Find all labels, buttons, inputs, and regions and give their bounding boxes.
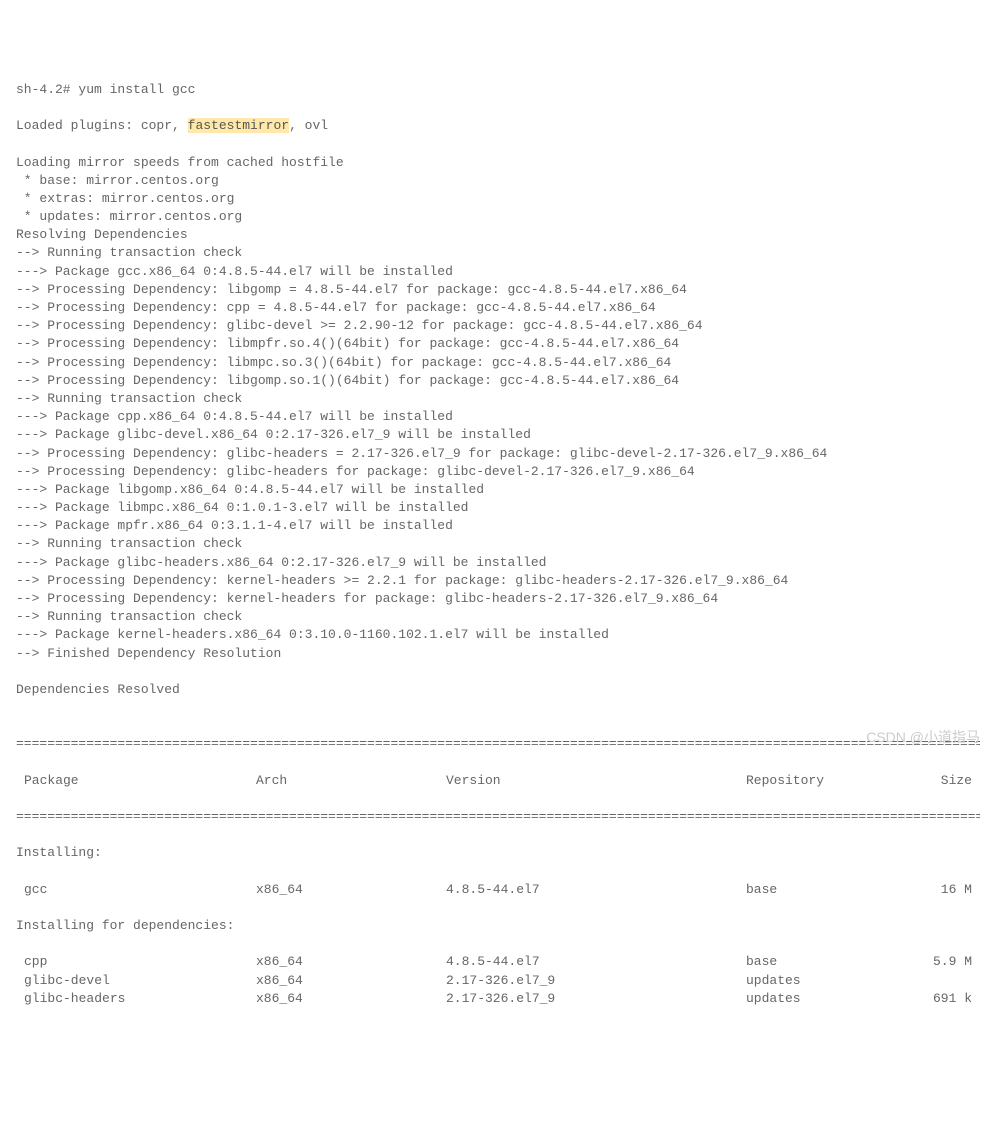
cell-repo: base — [746, 881, 896, 899]
terminal-line — [16, 663, 980, 681]
table-divider-bottom: ========================================… — [16, 808, 980, 826]
terminal-line: --> Running transaction check — [16, 244, 980, 262]
plugins-prefix: Loaded plugins: copr, — [16, 118, 188, 133]
terminal-line: --> Finished Dependency Resolution — [16, 645, 980, 663]
cell-repo: base — [746, 953, 896, 971]
table-row: cppx86_644.8.5-44.el7base5.9 M — [16, 953, 980, 971]
terminal-line: --> Processing Dependency: kernel-header… — [16, 572, 980, 590]
terminal-line: --> Processing Dependency: libmpfr.so.4(… — [16, 335, 980, 353]
terminal-line: --> Processing Dependency: cpp = 4.8.5-4… — [16, 299, 980, 317]
header-version: Version — [446, 772, 746, 790]
highlighted-text: fastestmirror — [188, 118, 289, 133]
table-row: glibc-headersx86_642.17-326.el7_9updates… — [16, 990, 980, 1008]
cell-package: glibc-headers — [16, 990, 256, 1008]
terminal-line — [16, 699, 980, 717]
terminal-line: --> Running transaction check — [16, 535, 980, 553]
cell-repo: updates — [746, 990, 896, 1008]
cell-version: 2.17-326.el7_9 — [446, 990, 746, 1008]
cell-version: 4.8.5-44.el7 — [446, 953, 746, 971]
cell-arch: x86_64 — [256, 972, 446, 990]
watermark-text: CSDN @小道指马 — [866, 728, 980, 748]
cell-size: 16 M — [896, 881, 980, 899]
terminal-line: * extras: mirror.centos.org — [16, 190, 980, 208]
terminal-line: --> Processing Dependency: glibc-headers… — [16, 445, 980, 463]
cell-size: 691 k — [896, 990, 980, 1008]
section-installing: Installing: — [16, 844, 980, 862]
plugins-suffix: , ovl — [289, 118, 328, 133]
output-block: Loading mirror speeds from cached hostfi… — [16, 154, 980, 717]
terminal-line: ---> Package glibc-devel.x86_64 0:2.17-3… — [16, 426, 980, 444]
cell-size: 5.9 M — [896, 953, 980, 971]
cell-repo: updates — [746, 972, 896, 990]
terminal-line: ---> Package mpfr.x86_64 0:3.1.1-4.el7 w… — [16, 517, 980, 535]
header-arch: Arch — [256, 772, 446, 790]
terminal-line: --> Processing Dependency: glibc-devel >… — [16, 317, 980, 335]
terminal-line: --> Processing Dependency: libgomp = 4.8… — [16, 281, 980, 299]
header-package: Package — [16, 772, 256, 790]
terminal-line: * updates: mirror.centos.org — [16, 208, 980, 226]
terminal-line: --> Processing Dependency: glibc-headers… — [16, 463, 980, 481]
terminal-line: --> Processing Dependency: kernel-header… — [16, 590, 980, 608]
terminal-line: --> Running transaction check — [16, 608, 980, 626]
cell-version: 2.17-326.el7_9 — [446, 972, 746, 990]
terminal-line: Resolving Dependencies — [16, 226, 980, 244]
terminal-line: --> Running transaction check — [16, 390, 980, 408]
terminal-line: Loaded plugins: copr, fastestmirror, ovl — [16, 117, 980, 135]
terminal-line: --> Processing Dependency: libmpc.so.3()… — [16, 354, 980, 372]
header-size: Size — [896, 772, 980, 790]
terminal-line: Dependencies Resolved — [16, 681, 980, 699]
table-row: gccx86_644.8.5-44.el7base16 M — [16, 881, 980, 899]
cell-package: glibc-devel — [16, 972, 256, 990]
shell-prompt: sh-4.2# — [16, 82, 78, 97]
cell-arch: x86_64 — [256, 953, 446, 971]
cell-arch: x86_64 — [256, 990, 446, 1008]
terminal-line: ---> Package libgomp.x86_64 0:4.8.5-44.e… — [16, 481, 980, 499]
cell-package: gcc — [16, 881, 256, 899]
cell-version: 4.8.5-44.el7 — [446, 881, 746, 899]
terminal-line: --> Processing Dependency: libgomp.so.1(… — [16, 372, 980, 390]
table-row: glibc-develx86_642.17-326.el7_9updates — [16, 972, 980, 990]
cell-arch: x86_64 — [256, 881, 446, 899]
header-repo: Repository — [746, 772, 896, 790]
terminal-line: ---> Package gcc.x86_64 0:4.8.5-44.el7 w… — [16, 263, 980, 281]
terminal-line: ---> Package libmpc.x86_64 0:1.0.1-3.el7… — [16, 499, 980, 517]
packages-main-block: gccx86_644.8.5-44.el7base16 M — [16, 881, 980, 899]
terminal-line: ---> Package cpp.x86_64 0:4.8.5-44.el7 w… — [16, 408, 980, 426]
command-text: yum install gcc — [78, 82, 195, 97]
table-divider-top: ========================================… — [16, 735, 980, 753]
terminal-line: ---> Package glibc-headers.x86_64 0:2.17… — [16, 554, 980, 572]
terminal-line: sh-4.2# yum install gcc — [16, 81, 980, 99]
cell-package: cpp — [16, 953, 256, 971]
table-header-row: Package Arch Version Repository Size — [16, 772, 980, 790]
packages-deps-block: cppx86_644.8.5-44.el7base5.9 Mglibc-deve… — [16, 953, 980, 1008]
section-installing-deps: Installing for dependencies: — [16, 917, 980, 935]
terminal-line: * base: mirror.centos.org — [16, 172, 980, 190]
terminal-line: ---> Package kernel-headers.x86_64 0:3.1… — [16, 626, 980, 644]
cell-size — [896, 972, 980, 990]
terminal-line: Loading mirror speeds from cached hostfi… — [16, 154, 980, 172]
